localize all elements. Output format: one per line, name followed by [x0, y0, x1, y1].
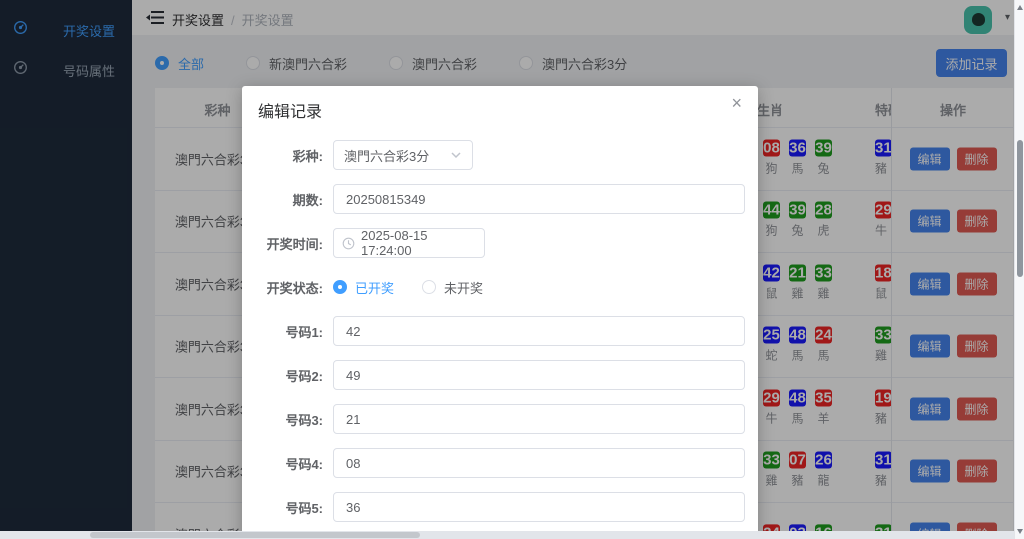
field-label: 号码2: — [258, 366, 333, 385]
field-label: 号码4: — [258, 454, 333, 473]
edit-record-dialog: 编辑记录 × 彩种: 澳門六合彩3分 期数: 开奖时间: — [242, 86, 758, 539]
field-draw-status: 开奖状态: 已开奖 未开奖 — [258, 272, 745, 302]
vertical-scroll-thumb[interactable] — [1017, 140, 1023, 277]
horizontal-scrollbar[interactable] — [0, 531, 1014, 539]
scroll-up-icon[interactable] — [1017, 5, 1023, 10]
field-lottery-type: 彩种: 澳門六合彩3分 — [258, 140, 745, 170]
field-label: 号码1: — [258, 322, 333, 341]
number-input[interactable] — [333, 316, 745, 346]
status-option-label: 未开奖 — [444, 278, 483, 297]
horizontal-scroll-thumb[interactable] — [90, 532, 420, 538]
selected-value: 澳門六合彩3分 — [344, 146, 450, 165]
number-input[interactable] — [333, 492, 745, 522]
issue-number-input[interactable] — [333, 184, 745, 214]
lottery-type-select[interactable]: 澳門六合彩3分 — [333, 140, 473, 170]
field-number: 号码4: — [258, 448, 745, 478]
field-label: 号码5: — [258, 498, 333, 517]
number-input[interactable] — [333, 360, 745, 390]
field-number: 号码2: — [258, 360, 745, 390]
app-root: 开奖设置 号码属性 开奖设置/开奖设置 ▾ 全部 — [0, 0, 1024, 539]
field-number: 号码3: — [258, 404, 745, 434]
field-label: 期数: — [258, 190, 333, 209]
radio-icon — [422, 280, 436, 294]
field-number: 号码1: — [258, 316, 745, 346]
field-label: 彩种: — [258, 146, 333, 165]
field-draw-time: 开奖时间: 2025-08-15 17:24:00 — [258, 228, 745, 258]
number-input[interactable] — [333, 448, 745, 478]
field-label: 开奖状态: — [258, 278, 333, 297]
scroll-down-icon[interactable] — [1017, 529, 1023, 534]
vertical-scrollbar[interactable] — [1014, 0, 1024, 539]
status-radio-option[interactable]: 已开奖 — [333, 278, 394, 297]
number-input[interactable] — [333, 404, 745, 434]
field-number: 号码5: — [258, 492, 745, 522]
draw-time-picker[interactable]: 2025-08-15 17:24:00 — [333, 228, 485, 258]
radio-icon — [333, 280, 347, 294]
chevron-down-icon — [450, 149, 462, 161]
field-label: 号码3: — [258, 410, 333, 429]
field-issue-number: 期数: — [258, 184, 745, 214]
field-label: 开奖时间: — [258, 234, 333, 253]
dialog-title: 编辑记录 — [258, 98, 322, 122]
draw-status-radio-group: 已开奖 未开奖 — [333, 278, 511, 297]
draw-time-value: 2025-08-15 17:24:00 — [361, 228, 476, 258]
status-option-label: 已开奖 — [355, 278, 394, 297]
clock-icon — [342, 237, 355, 250]
close-icon[interactable]: × — [731, 94, 742, 112]
status-radio-option[interactable]: 未开奖 — [422, 278, 483, 297]
